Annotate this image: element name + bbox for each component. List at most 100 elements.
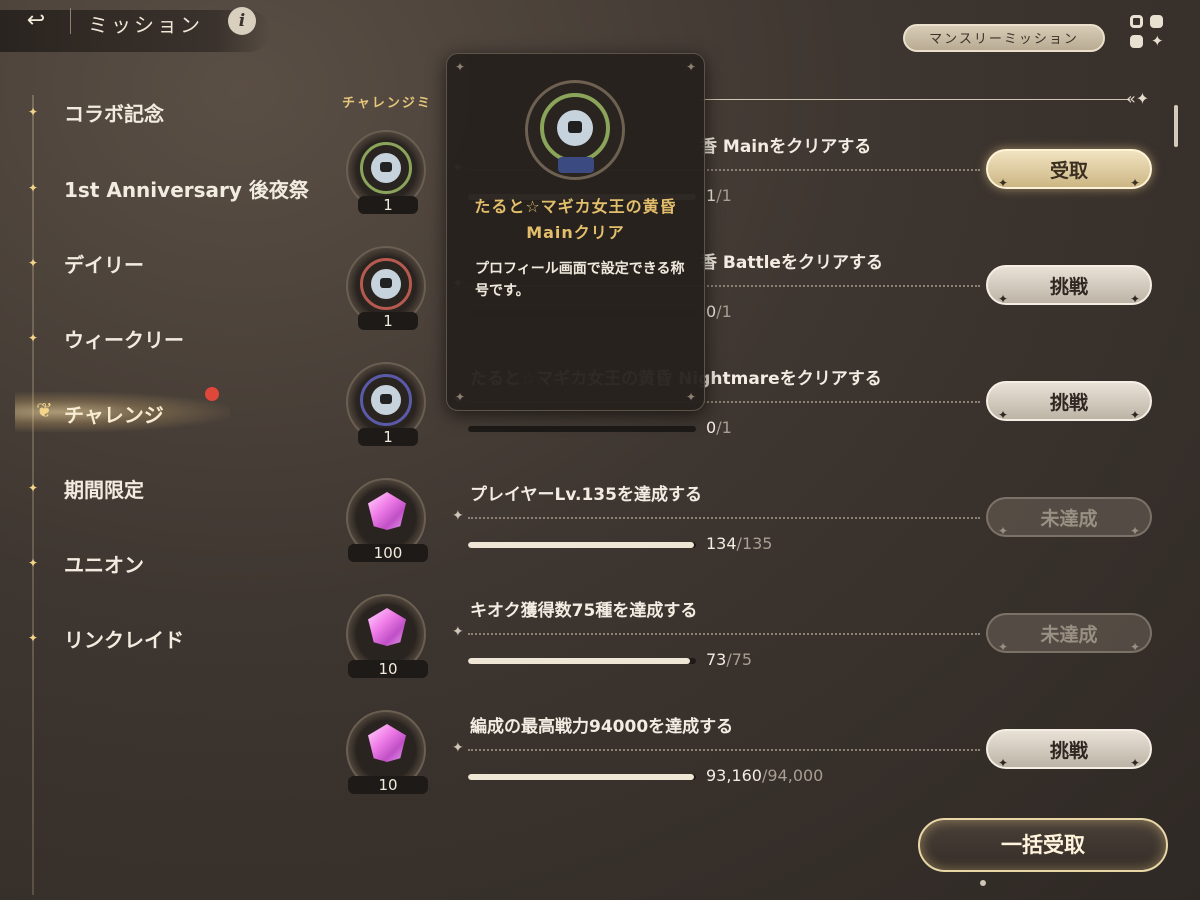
- sidebar-item-daily[interactable]: ✦ デイリー: [0, 243, 330, 283]
- tooltip-description: プロフィール画面で設定できる称号です。: [475, 261, 685, 299]
- tooltip-title: たると☆マギカ女王の黄昏Mainクリア: [474, 197, 677, 242]
- notification-badge: [205, 387, 219, 401]
- mission-title: プレイヤーLv.135を達成する: [470, 485, 702, 505]
- sparkle-icon: ✦: [998, 176, 1009, 190]
- title-reward[interactable]: 1: [346, 130, 426, 214]
- progress-current: 93,160: [706, 766, 762, 785]
- sidebar-item-link-raid[interactable]: ✦ リンクレイド: [0, 618, 330, 658]
- button-label: 挑戦: [1049, 740, 1088, 762]
- progress-total: /1: [716, 418, 732, 437]
- progress-bar: [468, 658, 696, 664]
- title-emblem-icon: [360, 258, 412, 310]
- progress-bar: [468, 774, 696, 780]
- sidebar-item-label: リンクレイド: [64, 628, 184, 652]
- header-divider: [70, 8, 71, 34]
- incomplete-button: ✦ 未達成 ✦: [986, 613, 1152, 654]
- sidebar-item-anniversary[interactable]: ✦ 1st Anniversary 後夜祭: [0, 168, 330, 208]
- button-label: 挑戦: [1049, 276, 1088, 298]
- gem-reward[interactable]: 100: [346, 478, 428, 562]
- back-button[interactable]: ↩: [18, 8, 54, 34]
- star-icon: ✦: [685, 60, 696, 74]
- progress-fill: [468, 774, 694, 780]
- sidebar-item-label: 期間限定: [64, 478, 144, 502]
- gem-icon: [368, 492, 406, 530]
- sparkle-icon: ✦: [998, 408, 1009, 422]
- claim-button[interactable]: ✦ 受取 ✦: [986, 149, 1152, 190]
- sidebar-item-weekly[interactable]: ✦ ウィークリー: [0, 318, 330, 358]
- reward-count: 1: [358, 428, 418, 446]
- reward-count: 1: [358, 196, 418, 214]
- challenge-button[interactable]: ✦ 挑戦 ✦: [986, 729, 1152, 770]
- challenge-button[interactable]: ✦ 挑戦 ✦: [986, 381, 1152, 422]
- progress-bar: [468, 542, 696, 548]
- page-title: ミッション: [88, 13, 203, 37]
- ornament-icon: «✦: [1126, 89, 1150, 108]
- star-icon: ✦: [455, 60, 466, 74]
- mission-title: 編成の最高戦力94000を達成する: [470, 717, 734, 737]
- star-icon: ✦: [28, 631, 39, 645]
- section-title: チャレンジミ: [342, 96, 432, 111]
- gem-reward[interactable]: 10: [346, 710, 428, 794]
- sparkle-icon: ✦: [1129, 756, 1140, 770]
- button-label: 挑戦: [1049, 392, 1088, 414]
- incomplete-button: ✦ 未達成 ✦: [986, 497, 1152, 538]
- scrollbar[interactable]: [1174, 105, 1178, 147]
- bulk-claim-button[interactable]: 一括受取: [918, 818, 1168, 872]
- title-reward[interactable]: 1: [346, 362, 426, 446]
- progress-bar: [468, 426, 696, 432]
- progress-text: 0/1: [706, 302, 732, 321]
- star-icon: ✦: [685, 390, 696, 404]
- progress-current: 134: [706, 534, 737, 553]
- star-icon: ✦: [452, 624, 464, 640]
- gem-icon: [368, 724, 406, 762]
- dotted-divider: [468, 749, 980, 751]
- mission-title: キオク獲得数75種を達成する: [470, 601, 698, 621]
- gem-icon: [368, 608, 406, 646]
- reward-count: 100: [348, 544, 428, 562]
- star-icon: ✦: [452, 508, 464, 524]
- challenge-button[interactable]: ✦ 挑戦 ✦: [986, 265, 1152, 306]
- sparkle-icon: ✦: [998, 524, 1009, 538]
- progress-current: 0: [706, 302, 717, 321]
- sidebar-item-label: ユニオン: [64, 553, 144, 577]
- sparkle-icon: ✦: [1129, 408, 1140, 422]
- sidebar-item-collab[interactable]: ✦ コラボ記念: [0, 92, 330, 132]
- star-icon: ✦: [28, 256, 39, 270]
- title-emblem-icon: [360, 142, 412, 194]
- monthly-mission-button[interactable]: マンスリーミッション: [903, 24, 1105, 52]
- mission-title: 香 Battleをクリアする: [700, 253, 883, 273]
- star-icon: ✦: [28, 105, 39, 119]
- sparkle-icon: ✦: [1129, 292, 1140, 306]
- progress-text: 93,160/94,000: [706, 766, 823, 785]
- reward-count: 10: [348, 660, 428, 678]
- progress-total: /135: [736, 534, 773, 553]
- mission-title: 香 Mainをクリアする: [700, 137, 872, 157]
- sparkle-icon: ✦: [1129, 640, 1140, 654]
- sidebar-item-label: ウィークリー: [64, 328, 184, 352]
- sparkle-icon: ✦: [1129, 524, 1140, 538]
- progress-text: 1/1: [706, 186, 732, 205]
- info-button[interactable]: i: [228, 7, 256, 35]
- button-label: 受取: [1049, 160, 1088, 182]
- grid-menu-icon[interactable]: ✦: [1130, 15, 1166, 51]
- title-emblem-icon: [525, 80, 625, 180]
- progress-total: /94,000: [761, 766, 824, 785]
- title-emblem-icon: [360, 374, 412, 426]
- sidebar-item-limited[interactable]: ✦ 期間限定: [0, 468, 330, 508]
- section-divider: [700, 99, 1130, 100]
- sparkle-icon: ✦: [998, 640, 1009, 654]
- title-reward[interactable]: 1: [346, 246, 426, 330]
- star-icon: ✦: [452, 740, 464, 756]
- button-label: 未達成: [1040, 624, 1098, 646]
- star-icon: ✦: [28, 181, 39, 195]
- sidebar-item-challenge[interactable]: ❦ チャレンジ: [0, 393, 330, 433]
- sparkle-icon: ✦: [998, 756, 1009, 770]
- button-label: 未達成: [1040, 508, 1098, 530]
- ornament-icon: ❦: [36, 398, 53, 422]
- sidebar-item-label: チャレンジ: [64, 403, 164, 427]
- star-icon: ✦: [455, 390, 466, 404]
- star-icon: ✦: [28, 556, 39, 570]
- gem-reward[interactable]: 10: [346, 594, 428, 678]
- reward-count: 1: [358, 312, 418, 330]
- sidebar-item-union[interactable]: ✦ ユニオン: [0, 543, 330, 583]
